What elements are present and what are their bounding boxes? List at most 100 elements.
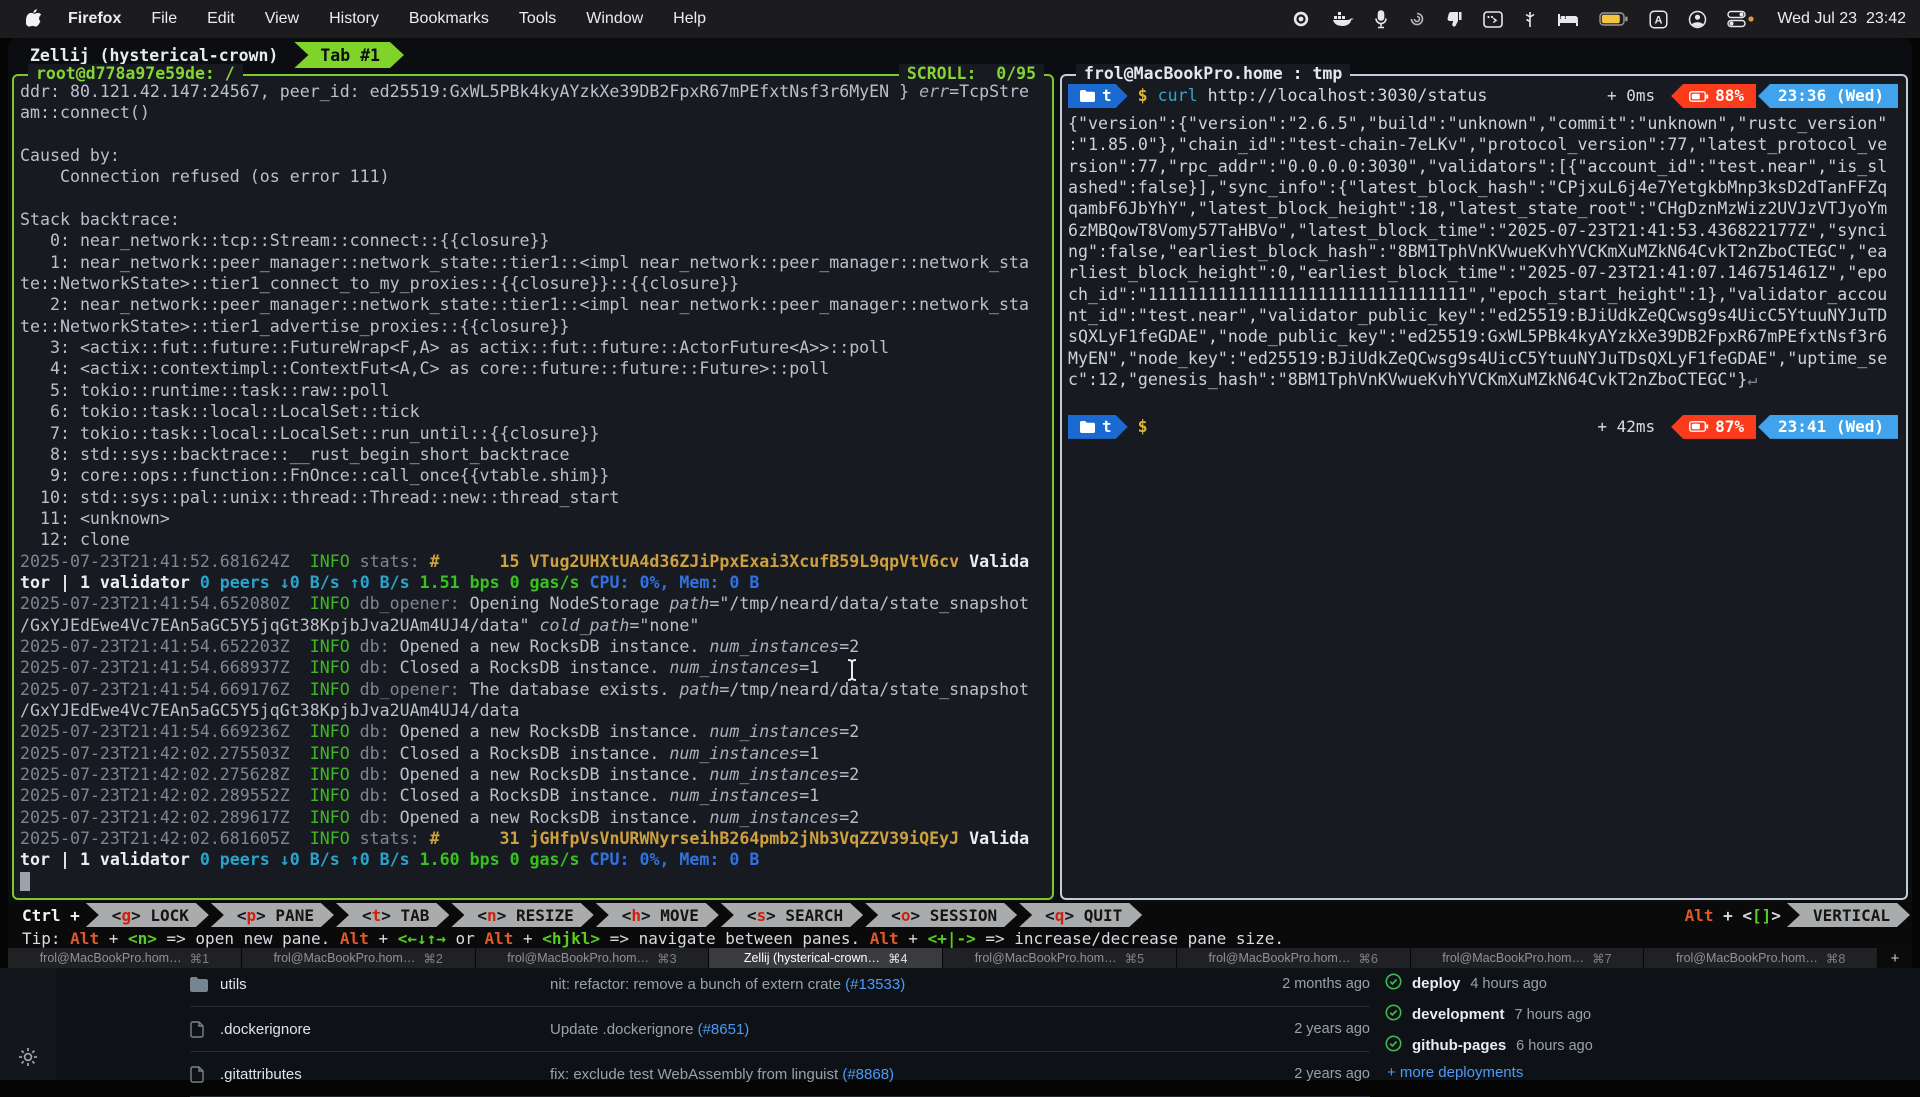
mode-move[interactable]: <h> MOVE (596, 903, 719, 927)
file-row-.dockerignore: .dockerignoreUpdate .dockerignore (#8651… (190, 1007, 1370, 1052)
svg-text:A: A (1655, 14, 1663, 26)
prompt-dollar[interactable]: $ (1138, 416, 1148, 437)
input-source-icon[interactable]: A (1639, 10, 1678, 29)
gear-icon[interactable] (17, 1046, 39, 1073)
terminal-tab-7[interactable]: frol@MacBookPro.hom…⌘7 (1411, 948, 1645, 968)
right-pane-shell[interactable]: t $ curl http://localhost:3030/status + … (1062, 76, 1906, 898)
battery-small-icon (1689, 421, 1709, 432)
deployment-name-link[interactable]: deploy (1412, 975, 1460, 992)
mode-resize[interactable]: <n> RESIZE (451, 903, 593, 927)
mode-tab[interactable]: <t> TAB (336, 903, 449, 927)
file-name-link[interactable]: utils (220, 976, 550, 993)
thumbsdown-icon[interactable] (1436, 10, 1473, 28)
log-line: tor | 1 validator 0 peers ↓0 B/s ↑0 B/s … (20, 572, 1048, 593)
log-line: 2025-07-23T21:41:54.652080Z INFO db_open… (20, 593, 1048, 614)
apple-logo-icon[interactable] (26, 9, 43, 29)
latency-widget: + 42ms (1597, 416, 1655, 437)
mode-quit[interactable]: <q> QUIT (1019, 903, 1142, 927)
menu-tools[interactable]: Tools (504, 10, 571, 28)
log-line: 2025-07-23T21:41:54.669176Z INFO db_open… (20, 679, 1048, 700)
menu-view[interactable]: View (250, 10, 314, 28)
menu-history[interactable]: History (314, 10, 394, 28)
json-line: MyEN","node_key":"ed25519:BJiUdkZeQCwsg9… (1068, 348, 1902, 369)
battery-widget: 87% (1671, 415, 1756, 439)
log-line: 7: tokio::task::local::LocalSet::run_unt… (20, 423, 1048, 444)
microphone-icon[interactable] (1364, 10, 1398, 29)
json-line: rsion":77,"rpc_addr":"0.0.0.0:3030","val… (1068, 156, 1902, 177)
toggles-icon[interactable] (1717, 10, 1765, 28)
mode-vertical[interactable]: VERTICAL (1787, 903, 1910, 927)
json-line: nt_id":"test.near","validator_public_key… (1068, 305, 1902, 326)
new-tab-button[interactable]: + (1878, 948, 1912, 968)
swirl-icon[interactable] (1398, 10, 1436, 28)
prompt-dir-label: t (1102, 416, 1112, 437)
log-line: 8: std::sys::backtrace::__rust_begin_sho… (20, 444, 1048, 465)
json-line: qambF6JbYhY","latest_block_height":18,"l… (1068, 198, 1902, 219)
terminal-tab-8[interactable]: frol@MacBookPro.hom…⌘8 (1644, 948, 1878, 968)
latency-widget: + 0ms (1607, 85, 1655, 106)
menu-edit[interactable]: Edit (192, 10, 250, 28)
zellij-left-pane[interactable]: root@d778a97e59de: / SCROLL: 0/95 ddr: 8… (12, 74, 1054, 900)
curl-json-output[interactable]: {"version":{"version":"2.6.5","build":"u… (1068, 113, 1902, 390)
mode-lock[interactable]: <g> LOCK (86, 903, 209, 927)
zellij-tab-1[interactable]: Tab #1 (294, 42, 404, 68)
file-icon (190, 1021, 220, 1038)
check-circle-icon (1385, 1004, 1402, 1026)
user-icon[interactable] (1678, 10, 1717, 29)
menu-file[interactable]: File (136, 10, 192, 28)
json-line: {"version":{"version":"2.6.5","build":"u… (1068, 113, 1902, 134)
menu-help[interactable]: Help (658, 10, 721, 28)
prompt-dir-segment: t (1068, 84, 1128, 108)
file-name-link[interactable]: .dockerignore (220, 1021, 550, 1038)
commit-message[interactable]: Update .dockerignore (#8651) (550, 1021, 1240, 1038)
menu-app-name[interactable]: Firefox (53, 10, 136, 28)
pr-link[interactable]: (#13533) (845, 976, 905, 993)
zellij-right-pane[interactable]: frol@MacBookPro.home : tmp t $ curl http… (1060, 74, 1908, 900)
json-line: sQXLyF1feGDAE","node_public_key":"ed2551… (1068, 326, 1902, 347)
mode-search[interactable]: <s> SEARCH (721, 903, 863, 927)
menu-items: Firefox FileEditViewHistoryBookmarksTool… (53, 10, 721, 28)
commit-message[interactable]: nit: refactor: remove a bunch of extern … (550, 976, 1240, 993)
deployment-name-link[interactable]: github-pages (1412, 1037, 1506, 1054)
log-line: 4: <actix::contextimpl::ContextFut<A,C> … (20, 358, 1048, 379)
branch-icon[interactable] (1513, 10, 1547, 29)
log-line: ddr: 80.121.42.147:24567, peer_id: ed255… (20, 81, 1048, 102)
deployment-age: 4 hours ago (1470, 976, 1547, 992)
menu-window[interactable]: Window (571, 10, 658, 28)
battery-icon[interactable] (1589, 11, 1639, 27)
menu-bar-right: A Wed Jul 23 23:42 (1282, 10, 1906, 29)
prompt-row-2: t $ + 42ms 87% 23:41 (Wed) (1068, 414, 1902, 440)
zellij-status-bar: Ctrl + <g> LOCK<p> PANE<t> TAB<n> RESIZE… (8, 902, 1912, 928)
pr-link[interactable]: (#8651) (698, 1021, 750, 1038)
menu-bar-clock[interactable]: Wed Jul 23 23:42 (1777, 10, 1906, 28)
screenshare-icon[interactable] (1473, 11, 1513, 28)
log-line: 2: near_network::peer_manager::network_s… (20, 294, 1048, 315)
log-line: /GxYJEdEwe4Vc7EAn5aGC5Y5jqGt38KpjbJva2UA… (20, 700, 1048, 721)
json-line: ch_id":"11111111111111111111111111111111… (1068, 284, 1902, 305)
bed-icon[interactable] (1547, 11, 1589, 27)
log-line (20, 188, 1048, 209)
log-line: 2025-07-23T21:41:54.668937Z INFO db: Clo… (20, 657, 1048, 678)
command-args: http://localhost:3030/status (1198, 85, 1488, 106)
mouse-ibeam-cursor (845, 658, 859, 687)
file-row-utils: utilsnit: refactor: remove a bunch of ex… (190, 962, 1370, 1007)
log-line: 2025-07-23T21:42:02.289552Z INFO db: Clo… (20, 785, 1048, 806)
record-icon[interactable] (1282, 10, 1320, 28)
menu-bookmarks[interactable]: Bookmarks (394, 10, 504, 28)
mode-session[interactable]: <o> SESSION (865, 903, 1017, 927)
clock-widget: 23:36 (Wed) (1758, 84, 1898, 108)
log-line: 2025-07-23T21:41:54.652203Z INFO db: Ope… (20, 636, 1048, 657)
docker-icon[interactable] (1320, 10, 1364, 28)
deployment-name-link[interactable]: development (1412, 1006, 1505, 1023)
status-icons: A (1282, 10, 1765, 29)
left-pane-log-output[interactable]: ddr: 80.121.42.147:24567, peer_id: ed255… (14, 76, 1052, 898)
mode-pane[interactable]: <p> PANE (211, 903, 334, 927)
blank-line (1068, 390, 1902, 411)
check-circle-icon (1385, 1035, 1402, 1057)
prompt-dir-label: t (1102, 85, 1112, 106)
json-line: c":12,"genesis_hash":"8BM1TphVnKVwueKvhY… (1068, 369, 1902, 390)
log-line: tor | 1 validator 0 peers ↓0 B/s ↑0 B/s … (20, 849, 1048, 870)
alt-prefix: Alt + <[]> (1685, 906, 1781, 925)
more-deployments-link[interactable]: + more deployments (1387, 1064, 1905, 1081)
log-line: /GxYJEdEwe4Vc7EAn5aGC5Y5jqGt38KpjbJva2UA… (20, 615, 1048, 636)
